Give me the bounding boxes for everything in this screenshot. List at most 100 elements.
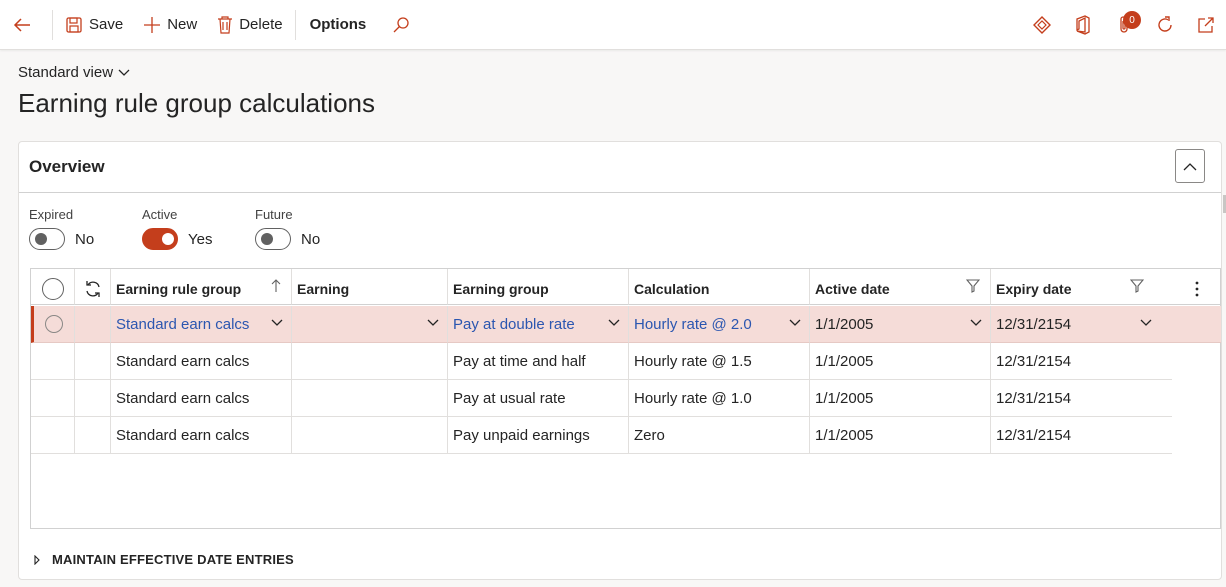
select-all-cell[interactable] <box>31 269 75 305</box>
future-toggle-value: No <box>301 230 321 248</box>
column-header-label: Calculation <box>634 280 710 297</box>
column-header-calculation[interactable]: Calculation <box>629 269 810 305</box>
view-selector[interactable]: Standard view <box>18 64 130 81</box>
toolbar-divider <box>294 9 296 40</box>
expired-toggle-value: No <box>75 230 95 248</box>
active-date-cell[interactable]: 1/1/2005 <box>810 380 991 417</box>
earning-group-cell[interactable]: Pay at usual rate <box>448 380 629 417</box>
open-new-window-button[interactable] <box>1185 0 1226 50</box>
active-date-cell[interactable]: 1/1/2005 <box>810 417 991 454</box>
row-select-cell[interactable] <box>31 343 75 380</box>
active-toggle[interactable] <box>142 228 178 250</box>
cell-value: Pay at double rate <box>453 315 575 333</box>
more-vertical-icon <box>1195 281 1198 296</box>
table-row[interactable]: Standard earn calcs Pay at double rate H… <box>31 306 1221 343</box>
column-header-label: Earning rule group <box>116 280 242 297</box>
overview-section: Overview Expired No Active Yes Future No <box>18 141 1222 580</box>
cell-value: 12/31/2154 <box>996 315 1072 333</box>
delete-button[interactable]: Delete <box>207 0 292 50</box>
save-button[interactable]: Save <box>55 0 133 50</box>
row-select-cell[interactable] <box>31 306 75 343</box>
chevron-down-icon[interactable] <box>271 319 283 327</box>
active-date-cell[interactable]: 1/1/2005 <box>810 343 991 380</box>
effective-date-entries-label: MAINTAIN EFFECTIVE DATE ENTRIES <box>52 552 294 567</box>
earning-rule-group-cell[interactable]: Standard earn calcs <box>111 417 292 454</box>
search-icon <box>393 16 409 32</box>
row-marker-cell <box>75 343 111 380</box>
refresh-grid-cell[interactable] <box>75 269 111 305</box>
table-row[interactable]: Standard earn calcs Pay at time and half… <box>31 343 1221 380</box>
filter-toggles: Expired No Active Yes Future No <box>29 207 368 250</box>
earning-rule-group-cell[interactable]: Standard earn calcs <box>111 306 292 343</box>
office-icon <box>1075 15 1090 35</box>
row-select-radio[interactable] <box>45 315 63 333</box>
column-header-earning-group[interactable]: Earning group <box>448 269 629 305</box>
options-tab[interactable]: Options <box>298 0 379 50</box>
power-apps-button[interactable] <box>1021 0 1062 50</box>
calculation-cell[interactable]: Hourly rate @ 1.0 <box>629 380 810 417</box>
row-select-cell[interactable] <box>31 380 75 417</box>
table-row[interactable]: Standard earn calcs Pay unpaid earnings … <box>31 417 1221 454</box>
future-toggle[interactable] <box>255 228 291 250</box>
earning-group-cell[interactable]: Pay at double rate <box>448 306 629 343</box>
refresh-icon <box>85 280 100 297</box>
chevron-down-icon[interactable] <box>608 319 620 327</box>
column-header-expiry-date[interactable]: Expiry date <box>991 269 1172 305</box>
chevron-down-icon[interactable] <box>427 319 439 327</box>
active-toggle-label: Active <box>142 207 178 222</box>
row-marker-cell <box>75 306 111 343</box>
earning-rule-group-cell[interactable]: Standard earn calcs <box>111 380 292 417</box>
pop-out-icon <box>1197 17 1214 33</box>
expiry-date-cell[interactable]: 12/31/2154 <box>991 417 1172 454</box>
chevron-down-icon <box>118 69 130 76</box>
refresh-icon <box>1157 16 1172 32</box>
save-icon <box>66 16 82 33</box>
expiry-date-cell[interactable]: 12/31/2154 <box>991 306 1172 343</box>
cell-value: Standard earn calcs <box>116 315 250 333</box>
sort-ascending-icon <box>271 279 281 292</box>
back-arrow-icon <box>13 17 30 32</box>
filter-icon <box>966 279 980 293</box>
toolbar-right-group: 0 <box>1021 0 1226 50</box>
effective-date-entries-section[interactable]: MAINTAIN EFFECTIVE DATE ENTRIES <box>34 552 294 567</box>
more-options-cell[interactable] <box>1172 269 1221 305</box>
office-button[interactable] <box>1062 0 1103 50</box>
calculation-cell[interactable]: Zero <box>629 417 810 454</box>
cell-value: 1/1/2005 <box>815 315 874 333</box>
earning-group-cell[interactable]: Pay unpaid earnings <box>448 417 629 454</box>
search-button[interactable] <box>378 0 430 50</box>
collapse-button[interactable] <box>1175 149 1205 183</box>
column-header-earning[interactable]: Earning <box>292 269 448 305</box>
earning-cell[interactable] <box>292 380 448 417</box>
calculation-cell[interactable]: Hourly rate @ 1.5 <box>629 343 810 380</box>
expired-toggle-label: Expired <box>29 207 74 222</box>
calculation-cell[interactable]: Hourly rate @ 2.0 <box>629 306 810 343</box>
column-header-active-date[interactable]: Active date <box>810 269 991 305</box>
overview-header[interactable]: Overview <box>19 142 1221 193</box>
active-date-cell[interactable]: 1/1/2005 <box>810 306 991 343</box>
attachments-button[interactable]: 0 <box>1103 0 1144 50</box>
cell-value: Hourly rate @ 2.0 <box>634 315 752 333</box>
earning-cell[interactable] <box>292 306 448 343</box>
chevron-down-icon[interactable] <box>970 319 982 327</box>
expiry-date-cell[interactable]: 12/31/2154 <box>991 343 1172 380</box>
row-select-cell[interactable] <box>31 417 75 454</box>
delete-label: Delete <box>239 16 283 33</box>
earning-cell[interactable] <box>292 343 448 380</box>
trash-icon <box>218 15 233 34</box>
select-all-radio[interactable] <box>41 277 64 300</box>
refresh-button[interactable] <box>1144 0 1185 50</box>
expired-toggle[interactable] <box>29 228 65 250</box>
earning-group-cell[interactable]: Pay at time and half <box>448 343 629 380</box>
chevron-down-icon[interactable] <box>1140 319 1152 327</box>
column-header-earning-rule-group[interactable]: Earning rule group <box>111 269 292 305</box>
back-button[interactable] <box>0 0 50 50</box>
overview-title: Overview <box>29 157 105 176</box>
earning-rule-group-cell[interactable]: Standard earn calcs <box>111 343 292 380</box>
new-button[interactable]: New <box>133 0 207 50</box>
table-row[interactable]: Standard earn calcs Pay at usual rate Ho… <box>31 380 1221 417</box>
earning-cell[interactable] <box>292 417 448 454</box>
chevron-down-icon[interactable] <box>789 319 801 327</box>
expiry-date-cell[interactable]: 12/31/2154 <box>991 380 1172 417</box>
new-label: New <box>167 16 198 33</box>
